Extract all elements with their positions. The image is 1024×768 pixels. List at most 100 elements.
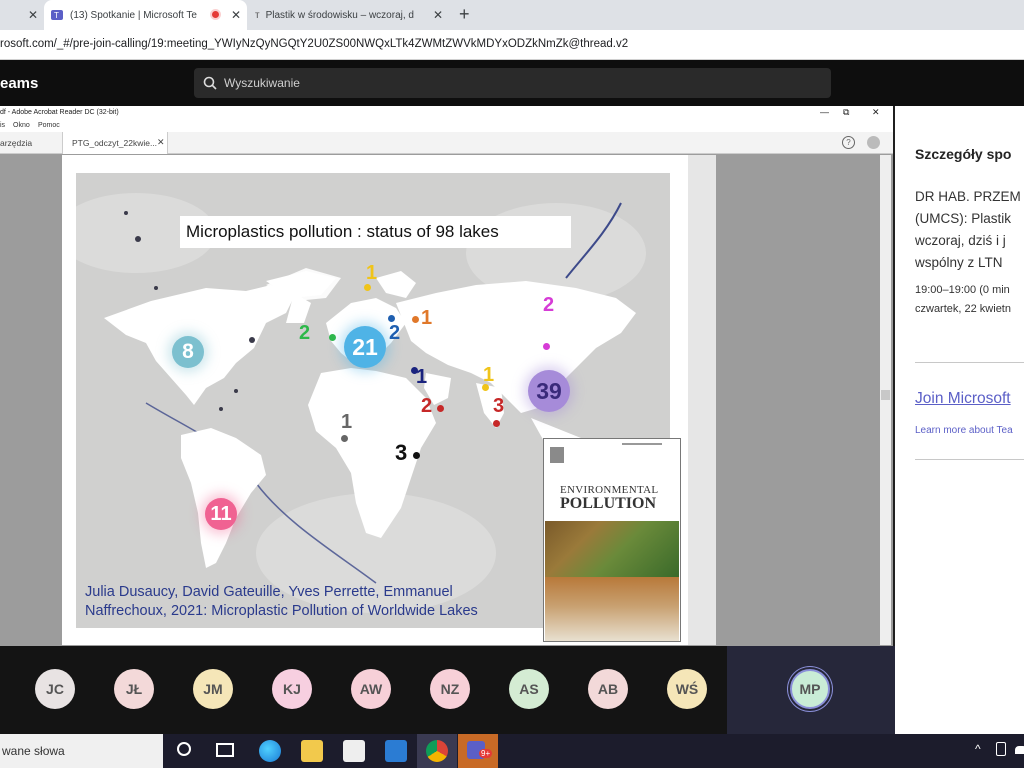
lake-marker: 11: [205, 498, 237, 530]
lake-count: 21: [352, 333, 378, 360]
lake-marker: 2: [421, 395, 433, 417]
participant-avatar[interactable]: MP: [790, 669, 830, 709]
participant-avatar[interactable]: WŚ: [667, 669, 707, 709]
lake-marker: 2: [299, 322, 311, 344]
page-gutter: [688, 155, 716, 645]
join-link[interactable]: Join Microsoft: [915, 390, 1011, 408]
journal-bar: [622, 443, 662, 445]
vertical-scrollbar[interactable]: [880, 155, 891, 645]
svg-text:T: T: [54, 11, 59, 20]
participant-avatar[interactable]: AB: [588, 669, 628, 709]
citation-line-1: Julia Dusaucy, David Gateuille, Yves Per…: [85, 584, 453, 600]
lake-marker: 8: [172, 336, 204, 368]
lake-marker: 21: [344, 326, 386, 368]
acrobat-tab-label: PTG_odczyt_22kwie...: [72, 138, 158, 148]
search-placeholder: Wyszukiwanie: [224, 76, 300, 90]
acrobat-tabs: arzędzia PTG_odczyt_22kwie... ✕ ?: [0, 132, 893, 154]
app-name: eams: [0, 75, 39, 92]
recording-icon: [210, 9, 221, 20]
file-explorer-icon[interactable]: [301, 740, 323, 762]
close-tab-icon[interactable]: ✕: [157, 137, 165, 148]
lake-marker: 39: [528, 370, 570, 412]
lake-marker: 1: [483, 364, 495, 386]
lake-marker: 1: [416, 366, 428, 388]
browser-tab-partial[interactable]: ✕: [0, 0, 44, 30]
acrobat-tab-document[interactable]: PTG_odczyt_22kwie... ✕: [62, 132, 168, 154]
chevron-up-icon[interactable]: ^: [975, 742, 981, 756]
tab-label: (13) Spotkanie | Microsoft Te: [70, 9, 197, 21]
participant-avatar[interactable]: AS: [509, 669, 549, 709]
meeting-description: DR HAB. PRZEM (UMCS): Plastik wczoraj, d…: [915, 186, 1021, 274]
journal-cover: ENVIRONMENTAL POLLUTION: [543, 438, 681, 642]
browser-tab-plastik[interactable]: ᴛ Plastik w środowisku – wczoraj, d ✕: [249, 0, 449, 30]
mail-icon[interactable]: [385, 740, 407, 762]
description-line: wspólny z LTN: [915, 255, 1003, 270]
lake-dot: [543, 343, 550, 350]
lake-dot: [388, 315, 395, 322]
page-icon: ᴛ: [255, 9, 260, 21]
participant-avatar[interactable]: JŁ: [114, 669, 154, 709]
store-icon[interactable]: [343, 740, 365, 762]
journal-image-lower: [545, 577, 679, 641]
elsevier-logo-icon: [550, 447, 564, 463]
lake-dot: [329, 334, 336, 341]
lake-dot: [341, 435, 348, 442]
search-icon: [203, 76, 217, 90]
notification-badge: 9+: [479, 749, 493, 758]
description-line: DR HAB. PRZEM: [915, 189, 1021, 204]
lake-marker: 1: [421, 307, 433, 329]
address-bar[interactable]: rosoft.com/_#/pre-join-calling/19:meetin…: [0, 30, 1024, 60]
participant-avatar[interactable]: NZ: [430, 669, 470, 709]
close-tab-icon[interactable]: ✕: [28, 8, 38, 22]
url-text[interactable]: rosoft.com/_#/pre-join-calling/19:meetin…: [0, 38, 628, 50]
participant-avatar[interactable]: KJ: [272, 669, 312, 709]
cloud-icon[interactable]: [1015, 746, 1024, 754]
learn-more-link[interactable]: Learn more about Tea: [915, 425, 1013, 436]
search-input[interactable]: Wyszukiwanie: [194, 68, 831, 98]
details-heading: Szczegóły spo: [915, 146, 1012, 162]
lake-dot: [437, 405, 444, 412]
journal-image: [545, 521, 679, 577]
scrollbar-thumb[interactable]: [881, 390, 890, 400]
network-icon[interactable]: [996, 742, 1006, 756]
meeting-time: 19:00–19:00 (0 min: [915, 284, 1010, 296]
menu-item[interactable]: is: [0, 122, 5, 129]
teams-logo-icon: T: [51, 10, 63, 20]
acrobat-menu-bar: is Okno Pomoc: [0, 120, 893, 132]
menu-item[interactable]: Okno: [13, 122, 30, 129]
lake-count: 8: [182, 340, 194, 363]
teams-taskbar-button[interactable]: 9+: [458, 734, 498, 768]
lake-marker: 2: [543, 294, 555, 316]
description-line: wczoraj, dziś i j: [915, 233, 1006, 248]
close-icon[interactable]: ✕: [872, 107, 880, 118]
browser-tab-teams[interactable]: T (13) Spotkanie | Microsoft Te ✕: [44, 0, 247, 30]
chrome-taskbar-button[interactable]: [417, 734, 457, 768]
description-line: (UMCS): Plastik: [915, 211, 1012, 226]
cortana-icon[interactable]: [177, 742, 191, 756]
participant-avatar[interactable]: AW: [351, 669, 391, 709]
participant-avatar[interactable]: JC: [35, 669, 75, 709]
acrobat-title-bar: df - Adobe Acrobat Reader DC (32-bit) — …: [0, 106, 893, 120]
lake-marker: 1: [341, 411, 353, 433]
acrobat-tab-tools[interactable]: arzędzia: [0, 138, 32, 148]
menu-item[interactable]: Pomoc: [38, 122, 60, 129]
task-view-icon[interactable]: [216, 743, 234, 757]
account-icon[interactable]: [867, 136, 880, 149]
close-tab-icon[interactable]: ✕: [231, 8, 241, 22]
lake-marker: 1: [366, 262, 378, 284]
journal-title-2: POLLUTION: [560, 495, 657, 512]
acrobat-title: df - Adobe Acrobat Reader DC (32-bit): [0, 109, 119, 116]
participant-avatar[interactable]: JM: [193, 669, 233, 709]
minimize-icon[interactable]: —: [820, 107, 829, 117]
new-tab-button[interactable]: +: [459, 4, 470, 25]
edge-icon[interactable]: [259, 740, 281, 762]
taskbar-search-text: wane słowa: [2, 744, 65, 758]
lake-count: 39: [536, 377, 562, 404]
help-icon[interactable]: ?: [842, 136, 855, 149]
lake-marker: 3: [395, 440, 408, 465]
meeting-details-panel: Szczegóły spo DR HAB. PRZEM (UMCS): Plas…: [895, 106, 1024, 734]
lake-dot: [364, 284, 371, 291]
maximize-icon[interactable]: ⧉: [843, 107, 849, 118]
taskbar-search[interactable]: wane słowa: [0, 734, 163, 768]
close-tab-icon[interactable]: ✕: [433, 8, 443, 22]
